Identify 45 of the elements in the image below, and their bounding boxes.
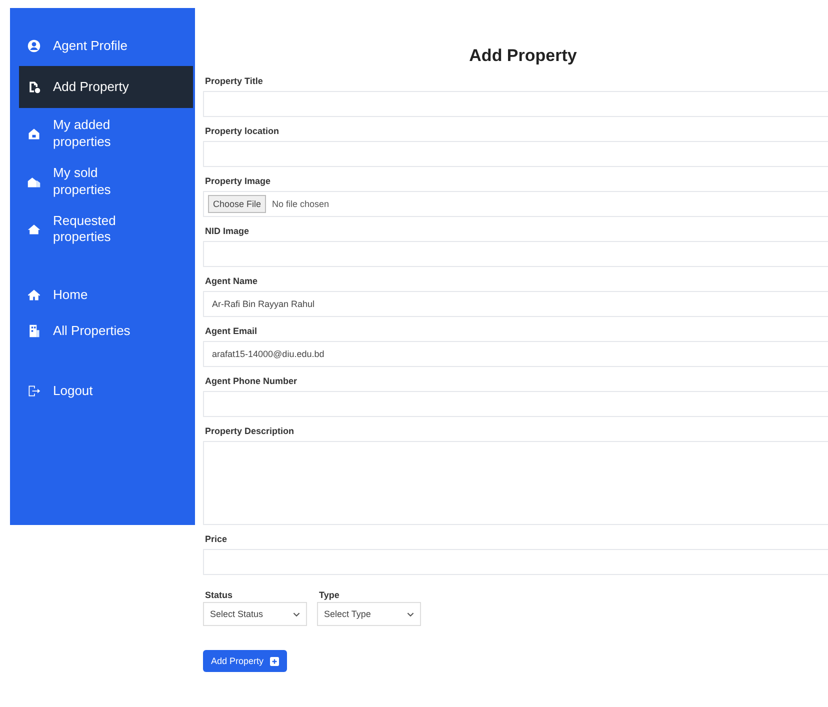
caret-icon [407, 612, 414, 616]
sidebar-link[interactable]: Home [10, 279, 195, 312]
caret-icon [293, 612, 300, 616]
file-status: No file chosen [272, 199, 330, 209]
select-dropdown[interactable]: Select Type [317, 602, 421, 626]
field-label: Property Image [205, 176, 272, 186]
field-label: Agent Phone Number [205, 376, 298, 386]
sidebar-link[interactable]: All Properties [10, 315, 195, 348]
sidebar-item[interactable]: Requested properties [10, 208, 195, 252]
field-label: NID Image [205, 226, 250, 236]
field-label: Property Description [205, 426, 296, 436]
building-icon [27, 324, 41, 338]
input-field[interactable] [203, 549, 828, 575]
sidebar-item[interactable]: My sold properties [10, 160, 195, 204]
house-icon [27, 126, 41, 141]
houses-icon [27, 174, 41, 189]
file-field[interactable]: Choose File No file chosen [203, 191, 828, 217]
plus-icon [270, 656, 279, 666]
document-icon [27, 80, 41, 94]
field-label: Property location [205, 126, 280, 136]
input-field[interactable] [203, 141, 828, 167]
field-label: Status [205, 590, 234, 600]
add-property-button[interactable]: Add Property [203, 650, 287, 672]
input-field[interactable]: Ar-Rafi Bin Rayyan Rahul [203, 291, 828, 317]
field-label: Agent Email [205, 326, 258, 336]
home-icon [27, 288, 41, 302]
text-area[interactable] [203, 441, 828, 525]
field-label: Price [205, 534, 228, 544]
sidebar-item[interactable]: Add Property [19, 66, 193, 108]
house-icon [27, 222, 41, 236]
input-field[interactable] [203, 241, 828, 267]
input-field[interactable]: arafat15-14000@diu.edu.bd [203, 341, 828, 367]
choose-file-button[interactable]: Choose File [208, 195, 266, 213]
sidebar-item[interactable]: My added properties [10, 112, 195, 156]
field-label: Type [319, 590, 340, 600]
logout-link[interactable]: Logout [10, 375, 195, 408]
select-dropdown[interactable]: Select Status [203, 602, 307, 626]
field-label: Agent Name [205, 276, 259, 286]
logout-icon [27, 384, 41, 398]
sidebar-item[interactable]: Agent Profile [10, 30, 195, 62]
input-field[interactable] [203, 91, 828, 117]
user-icon [27, 39, 41, 53]
input-field[interactable] [203, 391, 828, 417]
field-label: Property Title [205, 76, 264, 86]
page-title: Add Property [468, 46, 578, 66]
